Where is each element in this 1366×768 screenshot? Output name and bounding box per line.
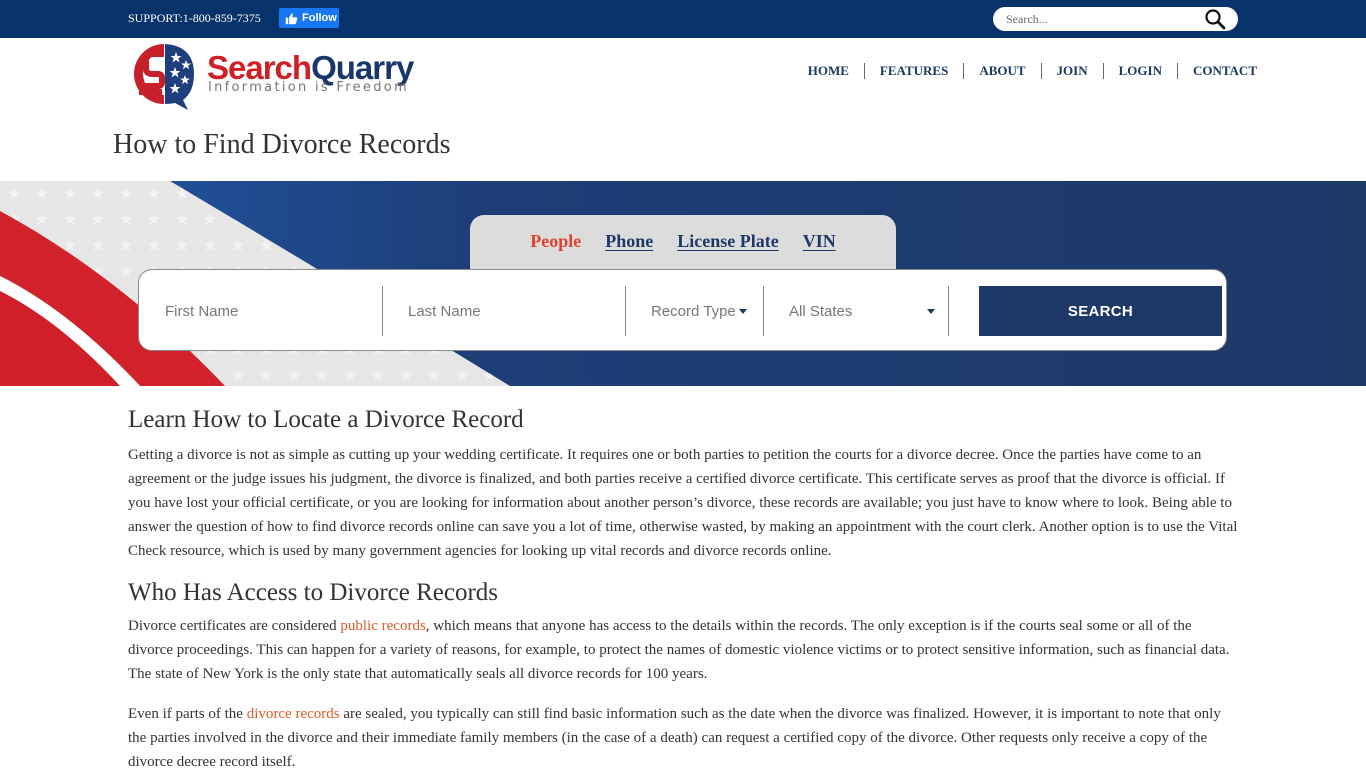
- main-nav: HOME FEATURES ABOUT JOIN LOGIN CONTACT: [793, 63, 1272, 79]
- last-name-field: [408, 286, 608, 336]
- public-records-link[interactable]: public records: [340, 618, 425, 634]
- tab-phone[interactable]: Phone: [605, 231, 653, 252]
- people-search-form: Record Type All States SEARCH: [138, 269, 1227, 351]
- section-paragraph: Even if parts of the divorce records are…: [128, 706, 1221, 768]
- follow-label: Follow: [302, 12, 337, 24]
- top-bar: SUPPORT:1-800-859-7375 Follow: [0, 0, 1366, 38]
- nav-home[interactable]: HOME: [793, 63, 864, 79]
- first-name-field: [165, 286, 365, 336]
- field-divider: [763, 286, 764, 336]
- field-divider: [625, 286, 626, 336]
- article: Learn How to Locate a Divorce Record Get…: [128, 404, 1240, 768]
- tab-vin[interactable]: VIN: [803, 231, 836, 252]
- section-heading: Who Has Access to Divorce Records: [128, 579, 499, 606]
- facebook-follow-button[interactable]: Follow: [279, 8, 339, 28]
- tab-people[interactable]: People: [530, 231, 581, 252]
- search-tabs: People Phone License Plate VIN: [470, 215, 896, 275]
- thumbs-up-icon: [285, 12, 298, 24]
- nav-contact[interactable]: CONTACT: [1176, 63, 1272, 79]
- site-search-input[interactable]: [1006, 10, 1201, 28]
- logo-tagline: Information is Freedom: [208, 80, 409, 95]
- tab-license-plate[interactable]: License Plate: [677, 231, 778, 252]
- record-type-label: Record Type: [651, 302, 736, 320]
- chevron-down-icon: [927, 308, 935, 314]
- site-logo[interactable]: SearchQuarry Information is Freedom: [128, 40, 428, 112]
- site-search: [993, 7, 1238, 31]
- section-heading: Learn How to Locate a Divorce Record: [128, 406, 524, 433]
- page-title: How to Find Divorce Records: [113, 129, 451, 160]
- state-label: All States: [789, 302, 853, 320]
- nav-join[interactable]: JOIN: [1040, 63, 1103, 79]
- state-select[interactable]: All States: [789, 286, 935, 336]
- logo-emblem-icon: [134, 44, 194, 110]
- search-icon[interactable]: [1203, 8, 1227, 30]
- support-phone[interactable]: SUPPORT:1-800-859-7375: [128, 11, 261, 26]
- record-type-select[interactable]: Record Type: [651, 286, 747, 336]
- section-paragraph: Divorce certificates are considered publ…: [128, 618, 1230, 682]
- first-name-input[interactable]: [165, 302, 365, 320]
- nav-about[interactable]: ABOUT: [963, 63, 1040, 79]
- nav-features[interactable]: FEATURES: [863, 63, 963, 79]
- section-paragraph: Getting a divorce is not as simple as cu…: [128, 447, 1238, 559]
- nav-login[interactable]: LOGIN: [1102, 63, 1177, 79]
- divorce-records-link[interactable]: divorce records: [247, 706, 340, 722]
- field-divider: [382, 286, 383, 336]
- last-name-input[interactable]: [408, 302, 608, 320]
- field-divider: [948, 286, 949, 336]
- chevron-down-icon: [738, 308, 747, 314]
- search-button[interactable]: SEARCH: [979, 286, 1222, 336]
